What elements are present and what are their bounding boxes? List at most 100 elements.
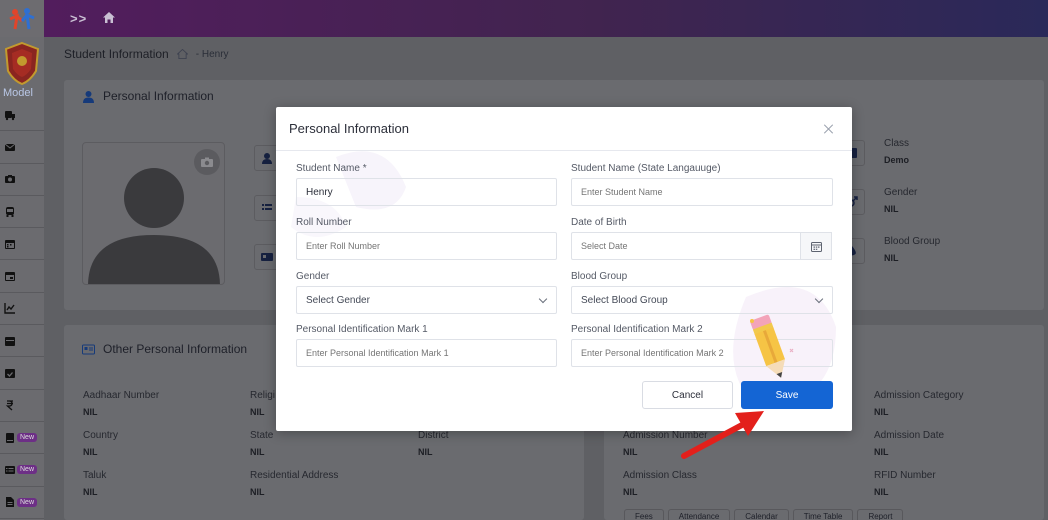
mail-icon <box>4 143 16 151</box>
aadhaar-label: Aadhaar Number <box>83 390 160 401</box>
taluk-label: Taluk <box>83 470 107 481</box>
admission-date-label: Admission Date <box>874 430 945 441</box>
gender-select-value: Select Gender <box>306 294 370 306</box>
blood-group-label: Blood Group <box>884 236 941 247</box>
home-icon[interactable] <box>176 49 188 59</box>
gender-select[interactable]: Select Gender <box>296 286 557 314</box>
chart-icon <box>4 303 15 315</box>
calendar-icon <box>810 241 822 252</box>
class-value: Demo <box>884 155 910 165</box>
tab-time-table[interactable]: Time Table <box>792 509 854 520</box>
country-label: Country <box>83 430 119 441</box>
personal-info-modal: Personal Information Student Name * Stud… <box>276 107 852 431</box>
admission-category-value: NIL <box>874 407 889 417</box>
date-picker-button[interactable] <box>800 232 832 260</box>
blood-group-select-value: Select Blood Group <box>581 294 668 306</box>
rfid-value: NIL <box>874 487 889 497</box>
camera-icon <box>5 175 15 184</box>
student-name-label: Student Name * <box>296 163 367 174</box>
modal-header: Personal Information <box>276 107 852 151</box>
book-icon <box>6 432 14 443</box>
student-name-input[interactable] <box>296 178 557 206</box>
file-icon <box>6 497 14 508</box>
transport-icon <box>6 206 14 217</box>
state-label: State <box>250 430 274 441</box>
sidebar: Model New New New <box>0 0 44 520</box>
school-crest: Model <box>0 37 44 99</box>
sidebar-item-chart[interactable] <box>0 293 44 326</box>
blood-group-label: Blood Group <box>571 271 628 282</box>
annotation-arrow-icon <box>681 411 764 459</box>
tab-attendance[interactable]: Attendance <box>667 509 731 520</box>
chevron-down-icon <box>814 294 824 303</box>
roll-number-input[interactable] <box>296 232 557 260</box>
district-label: District <box>418 430 449 441</box>
upload-photo-button[interactable] <box>194 149 220 175</box>
sidebar-item-list[interactable]: New <box>0 454 44 487</box>
app-logo[interactable] <box>0 0 44 37</box>
gender-value: NIL <box>884 204 899 214</box>
tab-calendar[interactable]: Calendar <box>734 509 789 520</box>
sidebar-item-camera[interactable] <box>0 164 44 196</box>
gender-label: Gender <box>296 271 330 282</box>
page-title: Student Information <box>64 47 169 61</box>
address-label: Residential Address <box>250 470 339 481</box>
sidebar-item-calendar-check[interactable] <box>0 357 44 390</box>
religion-label: Religi <box>250 390 276 401</box>
new-badge: New <box>17 465 38 475</box>
admission-class-value: NIL <box>623 487 638 497</box>
identification-mark-1-input[interactable] <box>296 339 557 367</box>
identification-mark-2-input[interactable] <box>571 339 833 367</box>
school-name: Model <box>3 87 33 99</box>
aadhaar-value: NIL <box>83 407 98 417</box>
sidebar-item-bus[interactable] <box>0 99 44 132</box>
id-card-icon <box>82 344 95 354</box>
calendar-check-icon <box>5 369 15 379</box>
address-value: NIL <box>250 487 265 497</box>
user-icon <box>262 153 272 164</box>
bus-icon <box>5 110 15 120</box>
modal-title: Personal Information <box>289 121 409 136</box>
home-icon[interactable] <box>103 11 116 26</box>
breadcrumb: Student Information - Henry <box>64 47 229 61</box>
admission-number-value: NIL <box>623 447 638 457</box>
sidebar-item-fees[interactable] <box>0 390 44 422</box>
tab-fees[interactable]: Fees <box>624 509 664 520</box>
sidebar-item-transport[interactable] <box>0 196 44 229</box>
card-title: Personal Information <box>82 89 214 103</box>
identification-mark-1-label: Personal Identification Mark 1 <box>296 324 428 335</box>
school-crest-icon <box>4 41 40 85</box>
card-title: Other Personal Information <box>82 342 247 356</box>
religion-value: NIL <box>250 407 265 417</box>
sidebar-item-book[interactable]: New <box>0 422 44 455</box>
taluk-value: NIL <box>83 487 98 497</box>
blood-group-select[interactable]: Select Blood Group <box>571 286 833 314</box>
country-value: NIL <box>83 447 98 457</box>
roll-number-label: Roll Number <box>296 217 352 228</box>
calendar-icon <box>5 239 15 249</box>
id-card-icon <box>261 253 273 261</box>
top-bar: >> <box>44 0 1048 37</box>
sidebar-item-file[interactable]: New <box>0 487 44 519</box>
calendar-event-icon <box>5 272 15 282</box>
blood-group-value: NIL <box>884 253 899 263</box>
identification-mark-2-label: Personal Identification Mark 2 <box>571 324 703 335</box>
new-badge: New <box>17 497 38 507</box>
expand-sidebar-icon[interactable]: >> <box>70 11 87 26</box>
sidebar-item-calendar-day[interactable] <box>0 325 44 358</box>
sidebar-item-mail[interactable] <box>0 131 44 164</box>
breadcrumb-student[interactable]: - Henry <box>196 49 229 60</box>
tab-report[interactable]: Report <box>857 509 904 520</box>
dob-input[interactable] <box>571 232 802 260</box>
list-icon <box>262 204 272 210</box>
sidebar-item-calendar-event[interactable] <box>0 260 44 293</box>
list-icon <box>5 465 15 474</box>
student-photo[interactable] <box>82 142 225 285</box>
close-icon[interactable] <box>822 122 836 136</box>
admission-category-label: Admission Category <box>874 390 964 401</box>
sidebar-item-calendar[interactable] <box>0 228 44 261</box>
state-language-name-input[interactable] <box>571 178 833 206</box>
rfid-label: RFID Number <box>874 470 936 481</box>
class-label: Class <box>884 138 910 149</box>
student-tabs: Fees Attendance Calendar Time Table Repo… <box>624 509 904 520</box>
